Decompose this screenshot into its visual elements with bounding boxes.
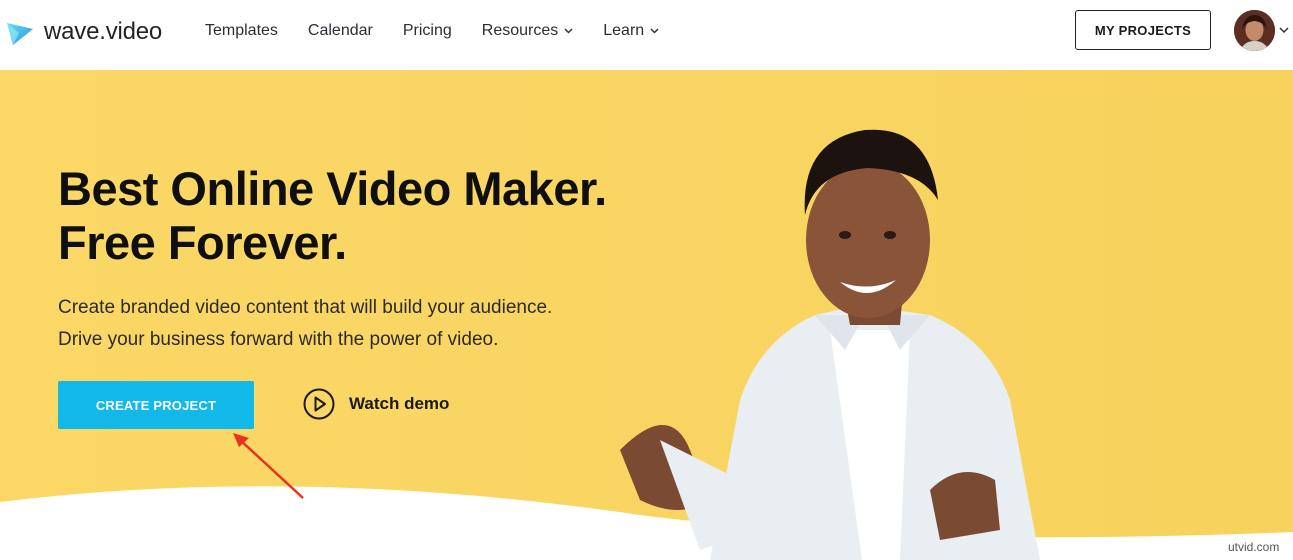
create-project-button[interactable]: CREATE PROJECT [58, 381, 254, 429]
hero-headline: Best Online Video Maker. Free Forever. [58, 162, 607, 270]
avatar[interactable] [1234, 10, 1275, 51]
nav-label: Templates [205, 22, 278, 39]
hero-section: Best Online Video Maker. Free Forever. C… [0, 70, 1293, 560]
headline-line: Free Forever. [58, 216, 347, 269]
nav-templates[interactable]: Templates [205, 22, 278, 40]
main-nav: Templates Calendar Pricing Resources Lea… [205, 22, 689, 40]
chevron-down-icon [564, 28, 573, 34]
hero-person-image [620, 129, 1040, 560]
watermark: utvid.com [1228, 540, 1280, 554]
nav-resources[interactable]: Resources [482, 22, 573, 40]
nav-label: Calendar [307, 22, 373, 39]
logo-icon [7, 23, 33, 45]
headline-line: Best Online Video Maker. [58, 162, 607, 215]
avatar-image [1234, 10, 1275, 51]
top-navigation-bar: wave.video Templates Calendar Pricing Re… [0, 0, 1293, 70]
nav-label: Learn [603, 22, 645, 39]
play-circle-icon [303, 388, 335, 420]
nav-label: Pricing [402, 22, 452, 39]
chevron-down-icon[interactable] [1279, 27, 1289, 34]
watch-demo-button[interactable]: Watch demo [303, 388, 449, 420]
my-projects-button[interactable]: MY PROJECTS [1075, 10, 1211, 50]
annotation-arrow [233, 433, 304, 499]
nav-pricing[interactable]: Pricing [403, 22, 452, 40]
nav-learn[interactable]: Learn [603, 22, 659, 40]
subtitle-line: Drive your business forward with the pow… [58, 329, 499, 350]
nav-label: Resources [481, 22, 559, 39]
watch-demo-label: Watch demo [349, 394, 450, 413]
subtitle-line: Create branded video content that will b… [58, 297, 553, 318]
nav-calendar[interactable]: Calendar [308, 22, 373, 40]
chevron-down-icon [650, 28, 659, 34]
hero-subtitle: Create branded video content that will b… [58, 292, 552, 356]
logo-text: wave.video [44, 18, 163, 45]
logo[interactable]: wave.video [5, 17, 162, 47]
